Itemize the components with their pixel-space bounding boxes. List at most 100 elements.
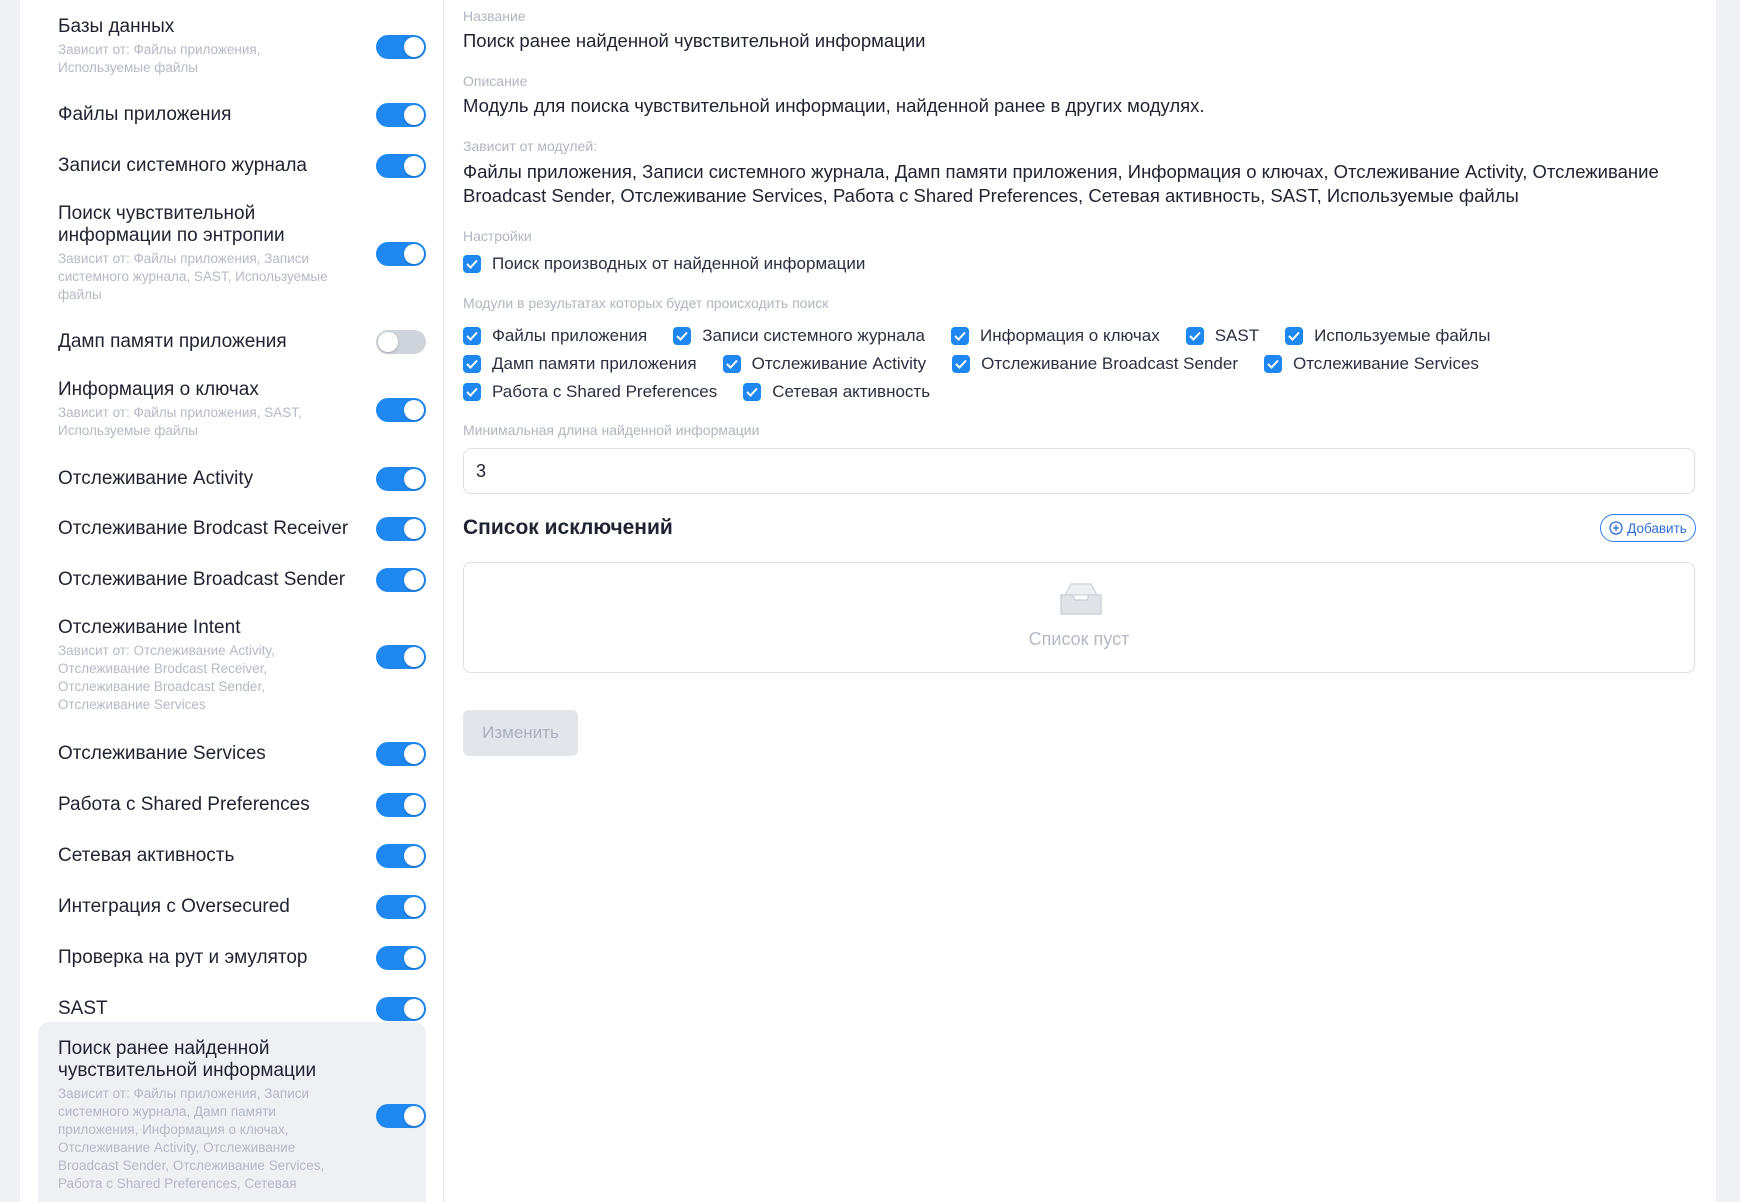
module-checkbox-row: Дамп памяти приложения Отслеживание Activ… [463,352,1505,376]
module-title: Сетевая активность [58,845,235,866]
toggle-knob [404,400,424,420]
toggle-knob [404,519,424,539]
sidebar-module-item[interactable]: Отслеживание Services [38,727,426,781]
module-title: Информация о ключах [58,379,259,400]
sidebar-module-item[interactable]: Работа с Shared Preferences [38,778,426,832]
checkbox-label: Записи системного журнала [702,326,925,345]
module-dependencies: Зависит от: Файлы приложения, Записи сис… [58,251,328,302]
module-title: Базы данных [58,16,175,37]
checkbox-label: Отслеживание Activity [751,354,927,373]
module-toggle[interactable] [376,35,426,59]
module-title: Проверка на рут и эмулятор [58,947,308,968]
check-icon [463,355,481,373]
module-checkbox[interactable]: Отслеживание Services [1263,354,1479,374]
module-checkbox[interactable]: Отслеживание Broadcast Sender [952,354,1238,374]
sidebar-module-item[interactable]: Дамп памяти приложения [38,315,426,369]
sidebar-module-item[interactable]: Отслеживание Broadcast Sender [38,553,426,607]
add-exclusion-button[interactable]: Добавить [1600,514,1696,542]
sidebar-module-item[interactable]: Отслеживание Brodcast Receiver [38,502,426,556]
module-checkbox[interactable]: Используемые файлы [1285,326,1490,346]
edit-button[interactable]: Изменить [463,710,578,756]
check-icon [673,327,692,345]
module-checkbox[interactable]: Файлы приложения [463,326,647,346]
sidebar-module-item[interactable]: Поиск ранее найденной чувствительной инф… [38,1022,426,1202]
module-title: Отслеживание Services [58,743,266,764]
checkbox-label: Используемые файлы [1314,326,1491,345]
sidebar-module-item[interactable]: Поиск чувствительной информации по энтро… [38,187,426,321]
plus-circle-icon [1609,521,1623,535]
module-sidebar: Базы данных Зависит от: Файлы приложения,… [20,0,444,1202]
name-label: Название [463,8,526,24]
toggle-knob [404,244,424,264]
module-checkbox[interactable]: Дамп памяти приложения [463,354,697,374]
module-toggle[interactable] [376,467,426,491]
check-icon [463,255,481,273]
module-toggle[interactable] [376,997,426,1021]
checkbox-label: Информация о ключах [979,326,1160,345]
module-toggle[interactable] [376,793,426,817]
module-checkbox[interactable]: Отслеживание Activity [722,354,927,374]
toggle-knob [404,156,424,176]
module-toggle[interactable] [376,242,426,266]
module-toggle[interactable] [376,568,426,592]
sidebar-module-item[interactable]: Интеграция с Oversecured [38,880,426,934]
module-title: Работа с Shared Preferences [58,794,310,815]
checkbox-label: Работа с Shared Preferences [492,382,718,401]
module-checkbox[interactable]: SAST [1185,326,1260,346]
module-title: Отслеживание Brodcast Receiver [58,518,349,539]
module-checkbox[interactable]: Работа с Shared Preferences [463,382,717,402]
dependencies-label: Зависит от модулей: [463,138,598,154]
module-title: Отслеживание Intent [58,617,241,638]
module-toggle[interactable] [376,330,426,354]
toggle-knob [404,570,424,590]
toggle-knob [404,647,424,667]
sidebar-module-item[interactable]: Записи системного журнала [38,139,426,193]
module-toggle[interactable] [376,895,426,919]
module-checkbox[interactable]: Записи системного журнала [673,326,925,346]
empty-list-text: Список пуст [1028,629,1130,649]
toggle-knob [404,795,424,815]
sidebar-module-item[interactable]: Сетевая активность [38,829,426,883]
check-icon [950,327,969,345]
check-icon [1263,355,1282,373]
sidebar-module-item[interactable]: Проверка на рут и эмулятор [38,931,426,985]
sidebar-module-item[interactable]: Отслеживание Intent Зависит от: Отслежива… [38,601,426,713]
module-title: Поиск ранее найденной чувствительной инф… [58,1038,317,1081]
toggle-knob [378,332,398,352]
check-icon [952,355,971,373]
module-toggle[interactable] [376,844,426,868]
sidebar-module-item[interactable]: Файлы приложения [38,88,426,142]
module-toggle[interactable] [376,742,426,766]
check-icon [1185,327,1204,345]
module-toggle[interactable] [376,398,426,422]
min-length-input[interactable]: 3 [463,448,1695,494]
sidebar-module-item[interactable]: Информация о ключах Зависит от: Файлы при… [38,363,426,457]
min-length-label: Минимальная длина найденной информации [463,422,760,438]
add-button-label: Добавить [1627,520,1687,536]
derived-search-checkbox[interactable]: Поиск производных от найденной информаци… [463,254,865,274]
checkbox-label: Дамп памяти приложения [492,354,697,373]
module-toggle[interactable] [376,154,426,178]
module-toggle[interactable] [376,517,426,541]
module-checkbox[interactable]: Сетевая активность [743,382,930,402]
checkbox-label: Файлы приложения [492,326,648,345]
module-checkbox-row: Файлы приложения Записи системного журнал… [463,324,1516,348]
module-toggle[interactable] [376,1104,426,1128]
module-description: Модуль для поиска чувствительной информа… [463,95,1205,116]
module-toggle[interactable] [376,946,426,970]
module-toggle[interactable] [376,103,426,127]
module-dependencies: Зависит от: Файлы приложения, Используем… [58,42,261,75]
toggle-knob [404,37,424,57]
toggle-knob [404,948,424,968]
module-dependencies: Файлы приложения, Записи системного журн… [463,161,1659,206]
checkbox-label: SAST [1214,326,1260,345]
toggle-knob [404,1106,424,1126]
sidebar-module-item[interactable]: Отслеживание Activity [38,452,426,506]
empty-inbox-icon [1060,583,1102,615]
toggle-knob [404,999,424,1019]
check-icon [743,383,762,401]
module-checkbox[interactable]: Информация о ключах [950,326,1160,346]
sidebar-module-item[interactable]: Базы данных Зависит от: Файлы приложения,… [38,0,426,94]
check-icon [1285,327,1304,345]
module-toggle[interactable] [376,645,426,669]
